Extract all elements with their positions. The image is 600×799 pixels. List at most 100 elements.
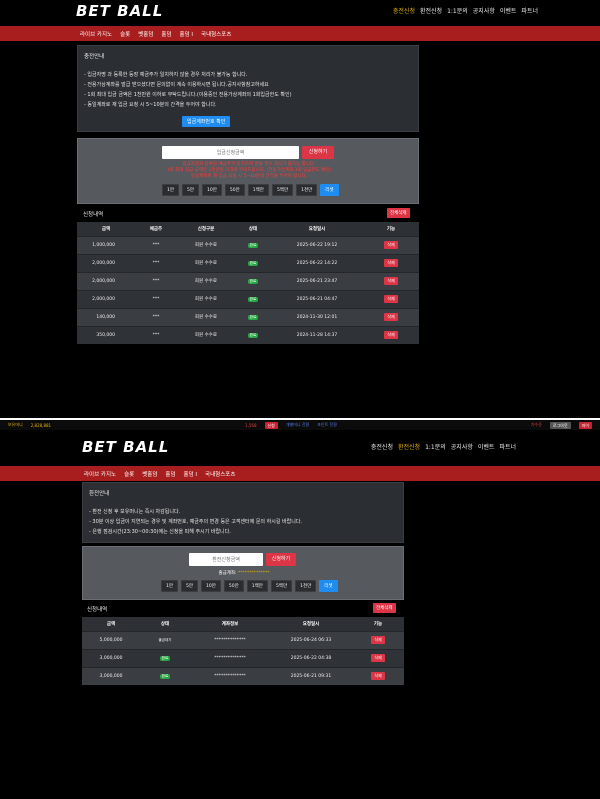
chip-10m[interactable]: 1천만 <box>296 184 318 196</box>
logout-button[interactable]: 로그아웃 <box>549 421 571 429</box>
row-delete-button[interactable]: 삭제 <box>384 295 398 303</box>
withdraw-page: BET BALL 충전신청 환전신청 1:1문의 공지사항 이벤트 파트너 라이… <box>0 430 600 799</box>
game-nav-holdem-i[interactable]: 홀덤 I <box>180 30 194 38</box>
row-delete-button[interactable]: 삭제 <box>384 277 398 285</box>
nav-inquiry[interactable]: 1:1문의 <box>447 6 468 15</box>
chip-500k[interactable]: 50만 <box>224 184 245 196</box>
cell-action: 삭제 <box>363 289 419 308</box>
chip-100k[interactable]: 10만 <box>201 580 221 592</box>
account-label: 출금계좌: <box>218 571 237 576</box>
chip-10k[interactable]: 1만 <box>162 184 180 196</box>
col-action: 기능 <box>352 617 404 631</box>
chip-reset[interactable]: 리셋 <box>320 184 339 196</box>
row-delete-button[interactable]: 삭제 <box>371 636 385 644</box>
withdraw-form: 신청하기 출금계좌: ************** 1만 5만 10만 50만 … <box>82 546 404 600</box>
game-nav-betholdem[interactable]: 벳홀덤 <box>138 30 153 38</box>
nav-notice[interactable]: 공지사항 <box>451 442 473 451</box>
table-row: 1,000,000 *** 회원 수수료 완료 2025-06-22 19:12… <box>77 235 419 254</box>
cell-amount: 1,000,000 <box>77 235 135 254</box>
cell-status: 완료 <box>235 271 271 290</box>
chip-1m[interactable]: 1백만 <box>247 184 269 196</box>
table-row: 3,000,000 완료 ************** 2025-06-21 0… <box>82 666 404 685</box>
withdraw-account: 출금계좌: ************** <box>83 570 405 576</box>
row-delete-button[interactable]: 삭제 <box>384 313 398 321</box>
game-nav-sports[interactable]: 국내형스포츠 <box>205 470 235 478</box>
chip-reset[interactable]: 리셋 <box>319 580 338 592</box>
nav-withdraw[interactable]: 환전신청 <box>398 442 420 451</box>
game-nav-slot[interactable]: 슬롯 <box>124 470 134 478</box>
strip-apply-button[interactable]: 신청 <box>264 421 278 429</box>
col-account: 계좌정보 <box>190 617 270 631</box>
game-nav-holdem-i[interactable]: 홀덤 I <box>184 470 198 478</box>
cell-status: 완료 <box>235 325 271 344</box>
chip-5m[interactable]: 5백만 <box>270 580 293 592</box>
game-nav-betholdem[interactable]: 벳홀덤 <box>142 470 157 478</box>
row-delete-button[interactable]: 삭제 <box>371 672 385 681</box>
cell-type: 회원 수수료 <box>177 253 235 272</box>
withdraw-submit-button[interactable]: 신청하기 <box>266 553 296 566</box>
nav-deposit[interactable]: 충전신청 <box>371 442 393 451</box>
notice-title: 충전안내 <box>84 54 105 60</box>
delete-all-button[interactable]: 전체삭제 <box>373 603 396 613</box>
strip-item-exchange[interactable]: 개별머니 전환 <box>286 422 309 428</box>
nav-event[interactable]: 이벤트 <box>478 442 495 451</box>
chip-50k[interactable]: 5만 <box>181 580 199 592</box>
notice-line: - 전용가상계좌를 발급 받으셨다면 문의없이 계속 이용하시면 됩니다.공지사… <box>84 82 269 88</box>
cell-date: 2025-06-21 04:47 <box>271 289 363 308</box>
nav-deposit[interactable]: 충전신청 <box>393 6 415 15</box>
cell-date: 2025-06-22 04:38 <box>270 648 352 667</box>
site-logo[interactable]: BET BALL <box>82 438 169 456</box>
cell-status: 완료 <box>235 307 271 326</box>
game-nav-holdem[interactable]: 홀덤 <box>161 30 171 38</box>
chip-100k[interactable]: 10만 <box>202 184 222 196</box>
cell-amount: 3,000,000 <box>82 648 140 667</box>
mypage-button[interactable]: 마이 <box>578 421 593 429</box>
nav-withdraw[interactable]: 환전신청 <box>420 6 442 15</box>
nav-inquiry[interactable]: 1:1문의 <box>425 442 446 451</box>
row-delete-button[interactable]: 삭제 <box>384 259 398 267</box>
nav-partner[interactable]: 파트너 <box>521 6 538 15</box>
game-nav-live-casino[interactable]: 라이브 카지노 <box>80 30 112 38</box>
cell-status: 완료 <box>140 666 190 685</box>
notice-line: - 환전 신청 후 보유머니는 즉시 차감됩니다. <box>89 509 181 515</box>
cell-holder: *** <box>135 325 177 344</box>
cell-account: ************** <box>190 666 270 685</box>
account-confirm-button[interactable]: 입금계좌번호 확인 <box>182 116 231 127</box>
cell-date: 2025-06-22 19:12 <box>271 235 363 254</box>
col-type: 신청구분 <box>177 222 235 236</box>
cell-type: 회원 수수료 <box>177 325 235 344</box>
game-nav-holdem[interactable]: 홀덤 <box>165 470 175 478</box>
status-badge: 완료 <box>247 278 259 284</box>
cell-date: 2025-06-22 14:22 <box>271 253 363 272</box>
chip-50k[interactable]: 5만 <box>182 184 200 196</box>
chip-500k[interactable]: 50만 <box>223 580 244 592</box>
col-date: 요청일시 <box>271 222 363 236</box>
game-nav-sports[interactable]: 국내형스포츠 <box>201 30 231 38</box>
deposit-submit-button[interactable]: 신청하기 <box>302 146 334 159</box>
game-nav-live-casino[interactable]: 라이브 카지노 <box>84 470 116 478</box>
strip-item-point[interactable]: 포인트 전환 <box>317 422 337 428</box>
site-logo[interactable]: BET BALL <box>76 2 163 20</box>
deposit-amount-input[interactable] <box>162 146 299 159</box>
row-delete-button[interactable]: 삭제 <box>384 241 398 249</box>
cell-amount: 140,000 <box>77 307 135 326</box>
row-delete-button[interactable]: 삭제 <box>371 654 385 662</box>
nav-event[interactable]: 이벤트 <box>500 6 517 15</box>
game-nav-slot[interactable]: 슬롯 <box>120 30 130 38</box>
table-row: 5,000,000 출금대기 ************** 2025-06-24… <box>82 630 404 649</box>
col-action: 기능 <box>363 222 419 236</box>
nav-notice[interactable]: 공지사항 <box>473 6 495 15</box>
chip-10m[interactable]: 1천만 <box>295 580 317 592</box>
notice-line: - 30분 이상 입금이 지연되는 경우 및 계좌번호, 예금주의 변경 등은 … <box>89 519 303 525</box>
withdraw-amount-input[interactable] <box>189 553 263 566</box>
nav-partner[interactable]: 파트너 <box>499 442 516 451</box>
chip-10k[interactable]: 1만 <box>161 580 179 592</box>
game-nav: 라이브 카지노 슬롯 벳홀덤 홀덤 홀덤 I 국내형스포츠 <box>0 26 600 41</box>
confirm-wrap: 입금계좌번호 확인 <box>182 116 231 127</box>
row-delete-button[interactable]: 삭제 <box>384 331 398 340</box>
chip-5m[interactable]: 5백만 <box>271 184 294 196</box>
table-row: 2,000,000 *** 회원 수수료 완료 2025-06-21 04:47… <box>77 289 419 308</box>
delete-all-button[interactable]: 전체삭제 <box>387 208 410 218</box>
table-row: 350,000 *** 회원 수수료 완료 2024-11-28 14:37 삭… <box>77 325 419 344</box>
chip-1m[interactable]: 1백만 <box>246 580 268 592</box>
